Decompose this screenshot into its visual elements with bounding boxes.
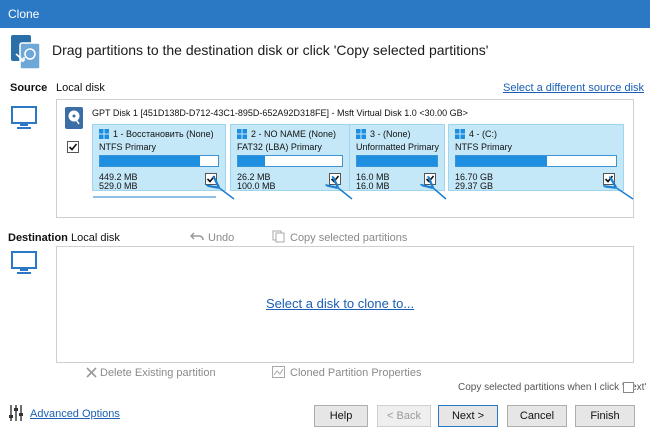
finish-button[interactable]: Finish: [575, 405, 635, 427]
help-button[interactable]: Help: [314, 405, 368, 427]
cancel-button[interactable]: Cancel: [507, 405, 567, 427]
properties-icon: [272, 366, 285, 378]
advanced-options-link[interactable]: Advanced Options: [30, 408, 120, 420]
arrow-annotation: [615, 187, 634, 200]
select-disk-to-clone-link[interactable]: Select a disk to clone to...: [266, 296, 414, 311]
arrow-annotation: [218, 187, 235, 200]
destination-sublabel: Local disk: [71, 232, 120, 244]
undo-button[interactable]: Undo: [208, 232, 234, 244]
arrow-annotation: [337, 187, 353, 200]
copy-on-next-checkbox[interactable]: [623, 382, 634, 393]
monitor-icon: [11, 251, 37, 274]
back-button[interactable]: < Back: [377, 405, 431, 427]
delete-x-icon: [86, 367, 97, 378]
copy-selected-partitions-button[interactable]: Copy selected partitions: [290, 232, 407, 244]
sliders-icon: [9, 405, 23, 421]
destination-label: Destination: [8, 232, 68, 244]
cloned-partition-properties-button[interactable]: Cloned Partition Properties: [290, 367, 421, 379]
copy-icon: [272, 230, 285, 243]
arrow-annotation: [432, 187, 447, 200]
undo-icon: [190, 232, 204, 241]
delete-existing-partition-button[interactable]: Delete Existing partition: [100, 367, 216, 379]
copy-on-next-label: Copy selected partitions when I click 'N…: [458, 382, 647, 393]
next-button[interactable]: Next >: [438, 405, 498, 427]
